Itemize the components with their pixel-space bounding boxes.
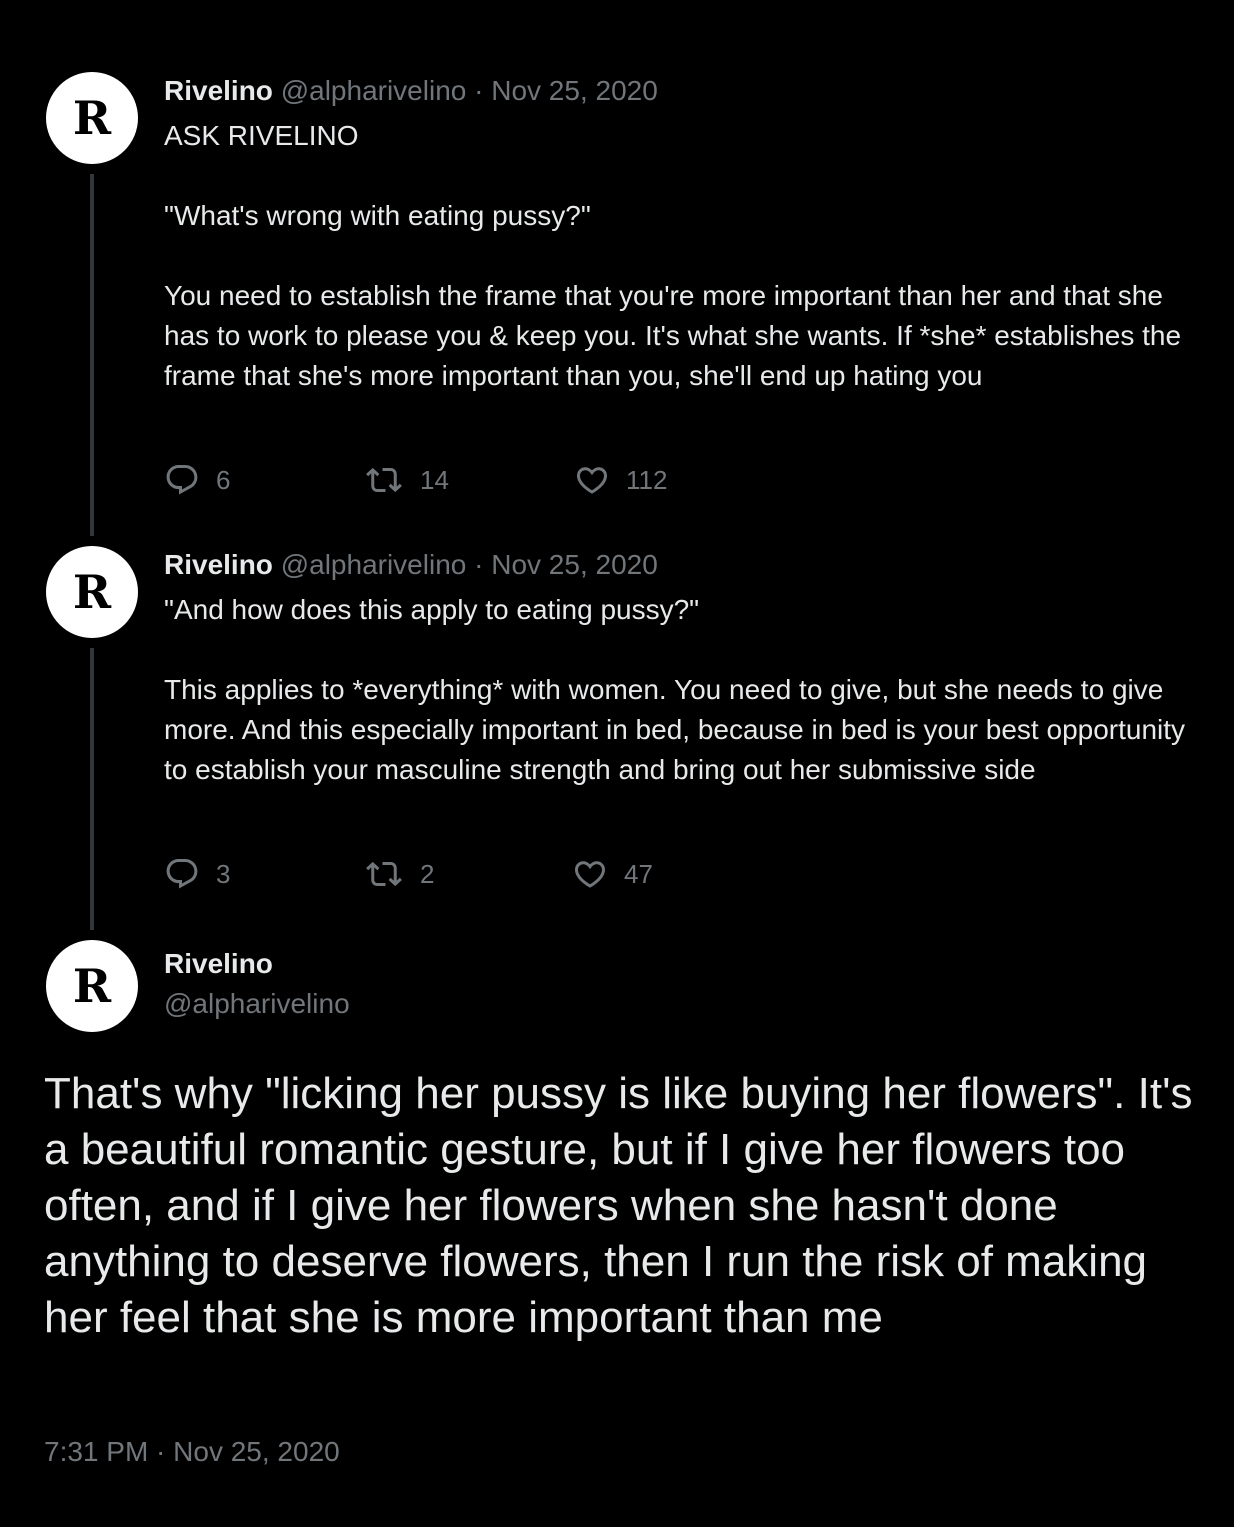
reply-icon [166, 859, 198, 889]
reply-count: 6 [216, 464, 231, 495]
rivelino-logo-icon: R [73, 964, 112, 1008]
separator: · [474, 549, 484, 580]
tweet-header: Rivelino @alpharivelino · Nov 25, 2020 [164, 74, 658, 108]
like-button[interactable]: 47 [572, 854, 653, 894]
avatar[interactable]: R [46, 940, 138, 1032]
reply-button[interactable]: 3 [164, 854, 230, 894]
author-name[interactable]: Rivelino [164, 75, 273, 106]
retweet-count: 2 [420, 858, 435, 889]
retweet-icon [366, 467, 402, 493]
thread-line [90, 174, 94, 536]
tweet-body: "And how does this apply to eating pussy… [164, 590, 1204, 790]
tweet-actions: 3 2 47 [164, 854, 764, 894]
tweet-paragraph: ASK RIVELINO [164, 120, 359, 151]
avatar[interactable]: R [46, 546, 138, 638]
focus-author-name[interactable]: Rivelino [164, 946, 273, 982]
rivelino-logo-icon: R [73, 570, 112, 614]
tweet-date[interactable]: Nov 25, 2020 [491, 75, 658, 106]
heart-icon [574, 861, 606, 888]
tweet-paragraph: This applies to *everything* with women.… [164, 674, 1186, 785]
reply-icon [166, 465, 198, 495]
like-button[interactable]: 112 [574, 460, 667, 500]
retweet-button[interactable]: 14 [364, 460, 449, 500]
focus-timestamp[interactable]: 7:31 PM · Nov 25, 2020 [44, 1434, 340, 1470]
focus-tweet-text: That's why "licking her pussy is like bu… [44, 1069, 1193, 1342]
tweet-header: Rivelino @alpharivelino · Nov 25, 2020 [164, 548, 658, 582]
tweet-body: ASK RIVELINO "What's wrong with eating p… [164, 116, 1204, 396]
retweet-button[interactable]: 2 [364, 854, 434, 894]
reply-count: 3 [216, 858, 231, 889]
reply-button[interactable]: 6 [164, 460, 230, 500]
avatar[interactable]: R [46, 72, 138, 164]
tweet-date[interactable]: Nov 25, 2020 [491, 549, 658, 580]
tweet-paragraph: "What's wrong with eating pussy?" [164, 200, 591, 231]
heart-icon [576, 467, 608, 494]
like-count: 47 [624, 858, 653, 889]
retweet-count: 14 [420, 464, 449, 495]
svg-text:R: R [73, 964, 112, 1008]
svg-text:R: R [73, 96, 112, 140]
tweet-actions: 6 14 112 [164, 460, 764, 500]
separator: · [474, 75, 484, 106]
retweet-icon [366, 861, 402, 887]
svg-text:R: R [73, 570, 112, 614]
tweet-paragraph: You need to establish the frame that you… [164, 280, 1182, 391]
author-handle[interactable]: @alpharivelino [281, 549, 467, 580]
rivelino-logo-icon: R [73, 96, 112, 140]
focus-author-handle[interactable]: @alpharivelino [164, 986, 350, 1022]
author-handle[interactable]: @alpharivelino [281, 75, 467, 106]
author-name[interactable]: Rivelino [164, 549, 273, 580]
thread-line [90, 648, 94, 930]
like-count: 112 [626, 464, 668, 495]
tweet-paragraph: "And how does this apply to eating pussy… [164, 594, 700, 625]
